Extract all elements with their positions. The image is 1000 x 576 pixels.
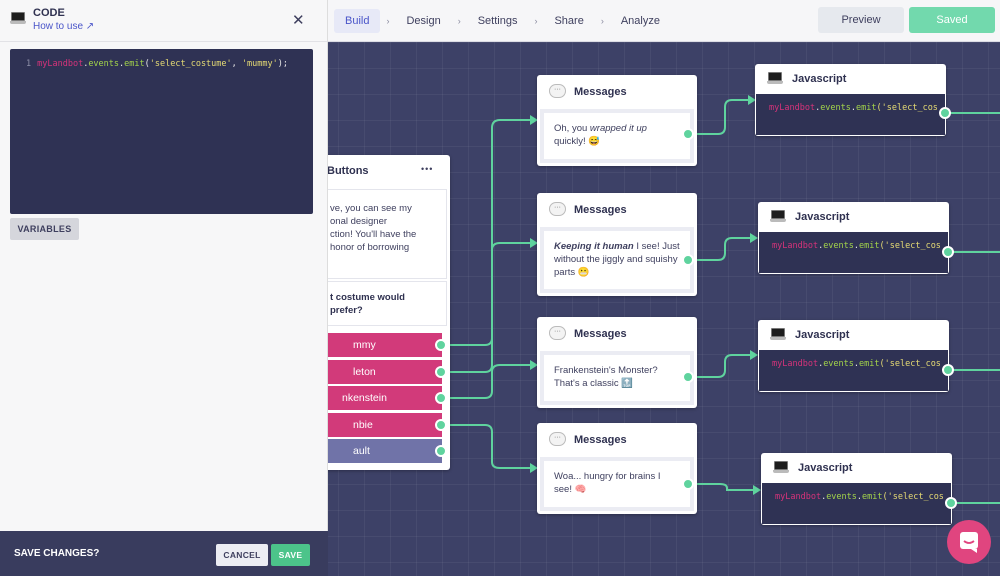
option-label: ault: [353, 445, 370, 457]
code-preview: myLandbot.events.emit('select_cos: [756, 94, 945, 135]
connector-dot[interactable]: [435, 445, 447, 457]
connector-dot[interactable]: [945, 497, 957, 509]
connector-dot[interactable]: [939, 107, 951, 119]
saved-button[interactable]: Saved: [909, 7, 995, 33]
option-skeleton[interactable]: leton: [327, 360, 442, 384]
code-preview: myLandbot.events.emit('select_cos: [759, 350, 948, 391]
option-label: nkenstein: [342, 392, 387, 404]
connector-dot[interactable]: [435, 366, 447, 378]
javascript-node[interactable]: Javascript myLandbot.events.emit('select…: [761, 453, 957, 525]
close-icon[interactable]: ✕: [292, 11, 305, 29]
variables-button[interactable]: VARIABLES: [10, 218, 79, 240]
connector-dot[interactable]: [682, 371, 694, 383]
chat-bubble-icon: ···: [549, 84, 566, 98]
chat-bubble-icon: ···: [549, 432, 566, 446]
save-changes-prompt: SAVE CHANGES?: [14, 548, 100, 559]
panel-title: CODE: [33, 7, 65, 19]
node-title: Messages: [574, 434, 627, 446]
laptop-icon: [770, 210, 786, 222]
message-node[interactable]: ··· Messages Oh, you wrapped it up quickl…: [537, 75, 697, 166]
option-mummy[interactable]: mmy: [327, 333, 442, 357]
node-title: Javascript: [795, 211, 850, 223]
chat-bubble-icon: ···: [549, 326, 566, 340]
option-label: mmy: [353, 339, 376, 351]
builder-nav: Build › Design › Settings › Share › Anal…: [334, 8, 671, 33]
option-frankenstein[interactable]: nkenstein: [327, 386, 442, 410]
laptop-icon: [770, 328, 786, 340]
javascript-node[interactable]: Javascript myLandbot.events.emit('select…: [758, 202, 954, 274]
connector-dot[interactable]: [435, 392, 447, 404]
code-editor[interactable]: 1 myLandbot.events.emit('select_costume',…: [10, 49, 313, 214]
chevron-right-icon: ›: [534, 15, 538, 26]
tab-settings[interactable]: Settings: [467, 9, 529, 33]
tab-build[interactable]: Build: [334, 8, 381, 33]
chat-bubble-icon: ···: [549, 202, 566, 216]
save-changes-bar: SAVE CHANGES? CANCEL SAVE: [0, 531, 328, 576]
option-default[interactable]: ault: [327, 439, 442, 463]
chevron-right-icon: ›: [386, 15, 390, 26]
code-preview: myLandbot.events.emit('select_cos: [759, 232, 948, 273]
message-node[interactable]: ··· Messages Keeping it human I see! Just…: [537, 193, 697, 296]
laptop-icon: [10, 12, 26, 24]
connector-dot[interactable]: [435, 339, 447, 351]
message-text: Oh, you wrapped it up quickly! 😅: [544, 113, 690, 159]
laptop-icon: [767, 72, 783, 84]
connector-dot[interactable]: [682, 478, 694, 490]
more-menu-icon[interactable]: •••: [421, 164, 433, 174]
chevron-right-icon: ›: [457, 15, 461, 26]
option-zombie[interactable]: nbie: [327, 413, 442, 437]
node-title: Messages: [574, 328, 627, 340]
preview-button[interactable]: Preview: [818, 7, 904, 33]
node-title: Javascript: [795, 329, 850, 341]
message-text: Keeping it human I see! Just without the…: [544, 231, 690, 289]
connector-dot[interactable]: [682, 254, 694, 266]
node-title: Messages: [574, 86, 627, 98]
node-title: Javascript: [792, 73, 847, 85]
message-node[interactable]: ··· Messages Woa... hungry for brains I s…: [537, 423, 697, 514]
tab-analyze[interactable]: Analyze: [610, 9, 671, 33]
laptop-icon: [773, 461, 789, 473]
how-to-use-link[interactable]: How to use ↗: [33, 21, 94, 32]
message-text: Frankenstein's Monster? That's a classic…: [544, 355, 690, 401]
code-panel: CODE How to use ↗ ✕ 1 myLandbot.events.em…: [0, 0, 328, 576]
message-text: Woa... hungry for brains I see! 🧠: [544, 461, 690, 507]
code-preview: myLandbot.events.emit('select_cos: [762, 483, 951, 524]
code-line: 1 myLandbot.events.emit('select_costume',…: [26, 59, 288, 69]
node-title: Buttons: [327, 165, 369, 177]
connector-dot[interactable]: [942, 364, 954, 376]
top-bar: Build › Design › Settings › Share › Anal…: [328, 0, 1000, 42]
cancel-button[interactable]: CANCEL: [216, 544, 268, 566]
javascript-node[interactable]: Javascript myLandbot.events.emit('select…: [755, 64, 951, 136]
message-node[interactable]: ··· Messages Frankenstein's Monster? That…: [537, 317, 697, 408]
connector-dot[interactable]: [435, 419, 447, 431]
connector-dot[interactable]: [942, 246, 954, 258]
javascript-node[interactable]: Javascript myLandbot.events.emit('select…: [758, 320, 954, 392]
chat-launcher-button[interactable]: [947, 520, 991, 564]
chevron-right-icon: ›: [600, 15, 604, 26]
chat-icon: [960, 532, 978, 553]
node-title: Messages: [574, 204, 627, 216]
option-label: nbie: [353, 419, 373, 431]
node-title: Javascript: [798, 462, 853, 474]
tab-share[interactable]: Share: [543, 9, 594, 33]
option-label: leton: [353, 366, 376, 378]
tab-design[interactable]: Design: [395, 9, 451, 33]
connector-dot[interactable]: [682, 128, 694, 140]
save-button[interactable]: SAVE: [271, 544, 310, 566]
